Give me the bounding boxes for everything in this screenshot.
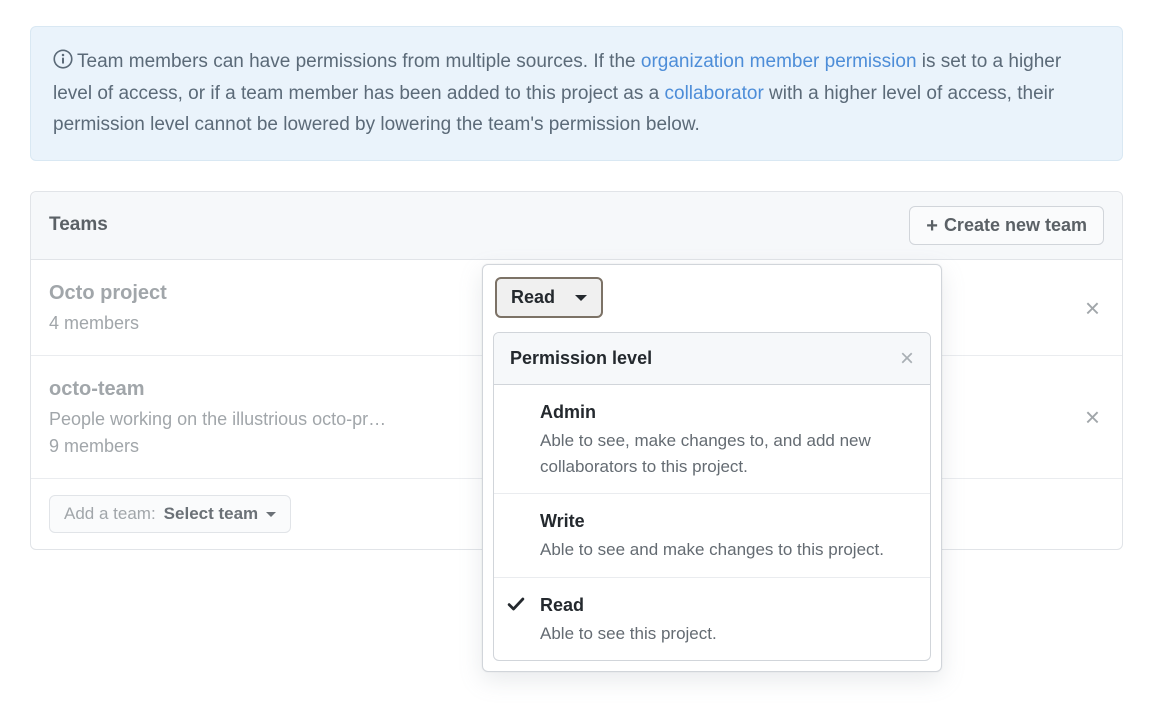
team-info: Octo project 4 members <box>49 278 499 337</box>
flash-text: Team members can have permissions from m… <box>77 51 641 72</box>
teams-title: Teams <box>49 211 108 240</box>
plus-icon: + <box>926 216 938 236</box>
permission-dropdown: Permission level × Admin Able to see, ma… <box>493 332 931 661</box>
add-team-prefix: Add a team: <box>64 504 156 524</box>
dropdown-close-button[interactable]: × <box>900 347 914 371</box>
org-permission-link[interactable]: organization member permission <box>641 51 917 72</box>
team-name[interactable]: Octo project <box>49 278 499 308</box>
option-title: Read <box>540 592 914 619</box>
close-icon: × <box>1085 293 1100 323</box>
permission-option-write[interactable]: Write Able to see and make changes to th… <box>494 494 930 578</box>
close-icon: × <box>1085 402 1100 432</box>
dropdown-header: Permission level × <box>494 333 930 385</box>
chevron-down-icon <box>575 295 587 301</box>
remove-team-button[interactable]: × <box>1085 404 1100 430</box>
add-team-select[interactable]: Add a team: Select team <box>49 495 291 533</box>
chevron-down-icon <box>266 512 276 517</box>
permission-current-label: Read <box>511 287 555 308</box>
collaborator-link[interactable]: collaborator <box>665 83 764 104</box>
check-icon <box>506 594 526 622</box>
option-title: Admin <box>540 399 914 426</box>
option-desc: Able to see and make changes to this pro… <box>540 537 914 563</box>
add-team-label: Select team <box>164 504 259 524</box>
permission-option-admin[interactable]: Admin Able to see, make changes to, and … <box>494 385 930 494</box>
team-info: octo-team People working on the illustri… <box>49 374 499 460</box>
team-members: 9 members <box>49 433 429 460</box>
dropdown-title: Permission level <box>510 345 652 372</box>
info-flash: Team members can have permissions from m… <box>30 26 1123 161</box>
option-desc: Able to see, make changes to, and add ne… <box>540 428 914 479</box>
team-name[interactable]: octo-team <box>49 374 499 404</box>
remove-team-button[interactable]: × <box>1085 295 1100 321</box>
create-team-label: Create new team <box>944 215 1087 236</box>
option-title: Write <box>540 508 914 535</box>
permission-popover: Read Permission level × Admin Able to se… <box>482 264 942 672</box>
team-members: 4 members <box>49 310 429 337</box>
option-desc: Able to see this project. <box>540 621 914 647</box>
teams-header: Teams + Create new team <box>31 192 1122 260</box>
info-icon <box>53 49 73 79</box>
permission-option-read[interactable]: Read Able to see this project. <box>494 578 930 661</box>
create-team-button[interactable]: + Create new team <box>909 206 1104 245</box>
permission-select-button[interactable]: Read <box>495 277 603 318</box>
team-description: People working on the illustrious octo-p… <box>49 406 429 433</box>
close-icon: × <box>900 345 914 372</box>
